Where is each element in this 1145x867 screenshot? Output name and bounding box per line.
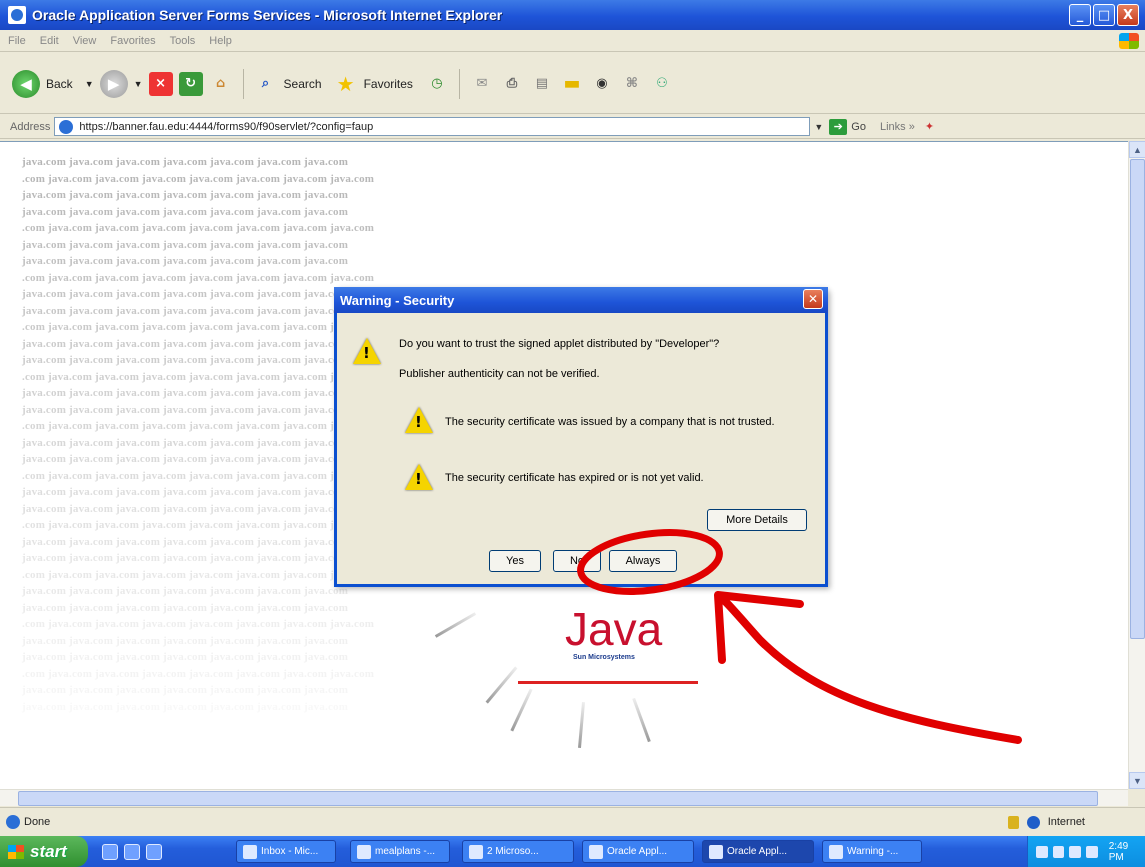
- quick-launch-media-icon[interactable]: [124, 843, 140, 860]
- taskbar-item-warning[interactable]: Warning -...: [822, 840, 922, 863]
- taskbar-item-label: Oracle Appl...: [607, 846, 668, 857]
- taskbar-item-label: mealplans -...: [375, 846, 436, 857]
- tray-icon[interactable]: [1069, 845, 1082, 858]
- ie-icon: [709, 844, 723, 859]
- java-icon: [829, 844, 843, 859]
- tray-icon[interactable]: [1052, 845, 1065, 858]
- tray-icon[interactable]: [1086, 845, 1098, 858]
- taskbar-item-microsoft[interactable]: 2 Microso...: [462, 840, 574, 863]
- taskbar-item-label: Oracle Appl...: [727, 846, 788, 857]
- taskbar-item-label: Warning -...: [847, 846, 899, 857]
- quick-launch-outlook-icon[interactable]: [146, 843, 162, 860]
- ie-window: Oracle Application Server Forms Services…: [0, 0, 1145, 836]
- taskbar-item-oracle-2[interactable]: Oracle Appl...: [702, 840, 814, 863]
- annotation-arrow: [714, 591, 1022, 744]
- clock: 2:49 PM: [1108, 840, 1129, 863]
- excel-icon: [357, 844, 371, 859]
- taskbar-item-mealplans[interactable]: mealplans -...: [350, 840, 450, 863]
- outlook-icon: [243, 844, 257, 859]
- quick-launch-ie-icon[interactable]: [102, 843, 118, 860]
- start-button[interactable]: start: [0, 836, 88, 867]
- annotation-circle: [577, 529, 723, 595]
- ie-icon: [589, 844, 603, 859]
- taskbar-item-label: 2 Microso...: [487, 846, 539, 857]
- quick-launch: [102, 843, 162, 860]
- red-annotation: [577, 529, 1022, 744]
- windows-flag-icon: [8, 844, 24, 859]
- tray-icon[interactable]: [1036, 845, 1048, 858]
- start-label: start: [30, 841, 67, 861]
- system-tray: 2:49 PM: [1027, 836, 1145, 867]
- taskbar-item-oracle-1[interactable]: Oracle Appl...: [582, 840, 694, 863]
- word-icon: [469, 844, 483, 859]
- taskbar-item-label: Inbox - Mic...: [261, 846, 319, 857]
- taskbar-item-inbox[interactable]: Inbox - Mic...: [236, 840, 336, 863]
